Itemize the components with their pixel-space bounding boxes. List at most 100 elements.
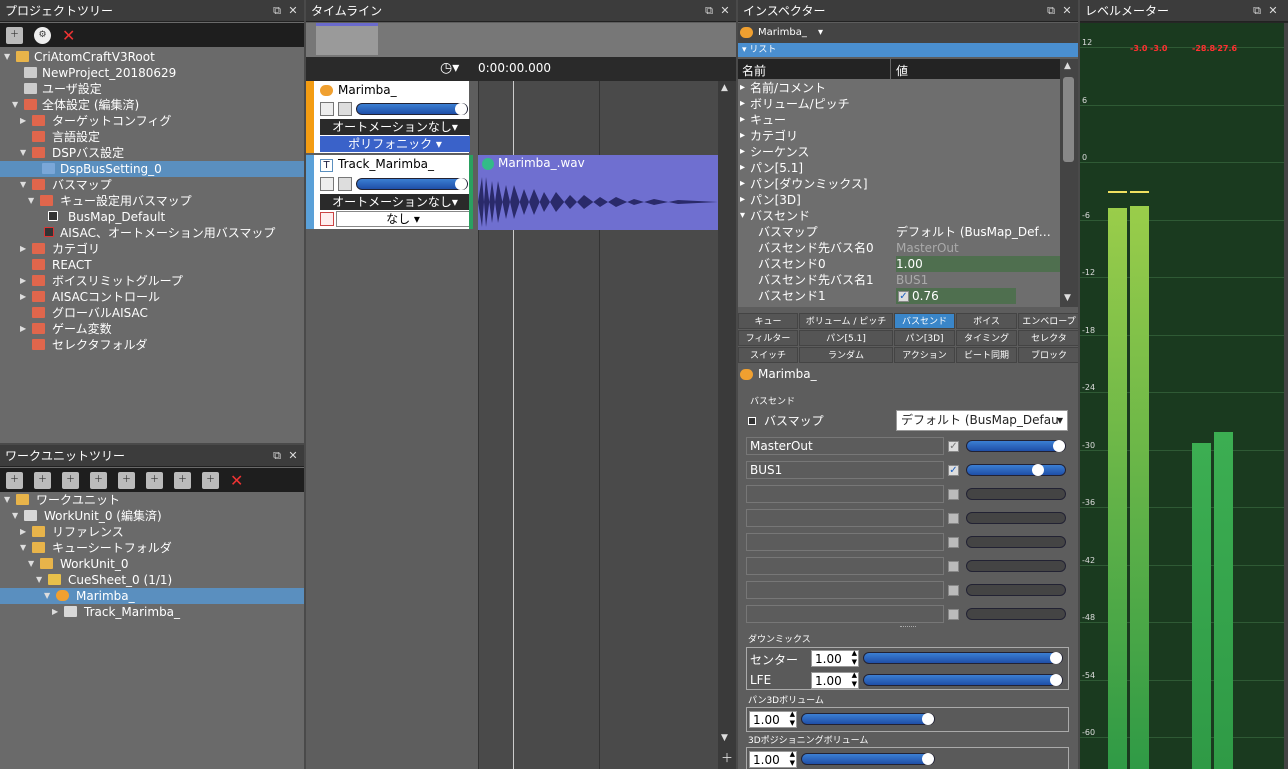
float-icon[interactable]: ⧉ [702, 0, 716, 22]
more-icon[interactable] [320, 212, 334, 226]
property-row[interactable]: バスセンド1 0.76 ✓ [738, 288, 1060, 304]
bus-enable-checkbox[interactable] [948, 489, 959, 500]
lfe-slider[interactable] [863, 674, 1063, 686]
property-row[interactable]: シーケンス ▸ [738, 144, 1060, 160]
tab[interactable]: ブロック [1018, 347, 1078, 363]
bus-name-cell[interactable] [746, 485, 944, 503]
tree-item[interactable]: ▼ 全体設定 (編集済) [0, 97, 304, 113]
tree-item[interactable]: 言語設定 [0, 129, 304, 145]
property-row[interactable]: キュー ▸ [738, 112, 1060, 128]
tree-item[interactable]: ▼ CueSheet_0 (1/1) [0, 572, 304, 588]
float-icon[interactable]: ⧉ [1250, 0, 1264, 22]
meter-icon[interactable] [338, 177, 352, 191]
property-value[interactable]: MasterOut [896, 240, 959, 256]
close-icon[interactable]: ✕ [1266, 0, 1280, 22]
add-cuesheet-icon[interactable]: ＋ [34, 471, 51, 489]
bus-level-slider[interactable] [966, 464, 1066, 476]
bus-name-cell[interactable] [746, 557, 944, 575]
bus-enable-checkbox[interactable]: ✓ [948, 441, 959, 452]
bus-level-slider[interactable] [966, 512, 1066, 524]
property-scrollbar[interactable]: ▲ ▼ [1060, 59, 1078, 307]
property-row[interactable]: 名前/コメント ▸ [738, 80, 1060, 96]
float-icon[interactable]: ⧉ [1044, 0, 1058, 22]
tab[interactable]: キュー [738, 313, 798, 329]
property-value[interactable]: 0.76 [896, 288, 1016, 304]
bus-level-slider[interactable] [966, 488, 1066, 500]
property-value[interactable]: BUS1 [896, 272, 928, 288]
tree-item[interactable]: ▼ DSPバス設定 [0, 145, 304, 161]
bus-enable-checkbox[interactable] [948, 561, 959, 572]
bus-level-slider[interactable] [966, 584, 1066, 596]
property-row[interactable]: バスセンド0 1.00 [738, 256, 1061, 272]
tree-item[interactable]: ▼ CriAtomCraftV3Root [0, 49, 304, 65]
busmap-dropdown[interactable]: デフォルト (BusMap_Defau ▾ [896, 410, 1068, 431]
tab[interactable]: パン[3D] [894, 330, 955, 346]
track-volume-slider[interactable] [356, 178, 468, 190]
add-reference-icon[interactable]: ＋ [202, 471, 219, 489]
pan3d-slider[interactable] [801, 713, 935, 725]
tree-item[interactable]: ▼ キューシートフォルダ [0, 540, 304, 556]
list-section-header[interactable]: ▾ リスト [738, 43, 1078, 57]
chevron-right-icon[interactable]: ▸ [740, 128, 745, 144]
center-stepper[interactable]: 1.00 ▲ ▼ [811, 649, 859, 667]
bus-enable-checkbox[interactable] [948, 513, 959, 524]
tab[interactable]: セレクタ [1018, 330, 1078, 346]
tab[interactable]: アクション [894, 347, 955, 363]
close-icon[interactable]: ✕ [286, 445, 300, 467]
chevron-right-icon[interactable]: ▸ [740, 160, 745, 176]
tab[interactable]: ボリューム / ピッチ [799, 313, 893, 329]
property-row[interactable]: バスセンド先バス名0 MasterOut [738, 240, 1060, 256]
property-value[interactable]: デフォルト (BusMap_Def… [896, 224, 1051, 240]
tree-item[interactable]: ▼ WorkUnit_0 (編集済) [0, 508, 304, 524]
bus-enable-checkbox[interactable] [948, 609, 959, 620]
tab[interactable]: ビート同期 [956, 347, 1017, 363]
bus-name-cell[interactable] [746, 509, 944, 527]
track-header[interactable]: T Track_Marimba_ オートメーションなし▾ なし ▾ [306, 155, 470, 229]
tree-item[interactable]: ▶ Track_Marimba_ [0, 604, 304, 620]
float-icon[interactable]: ⧉ [270, 445, 284, 467]
add-folder-icon[interactable]: ＋ [118, 471, 135, 489]
tab[interactable]: タイミング [956, 330, 1017, 346]
tree-item[interactable]: セレクタフォルダ [0, 337, 304, 353]
chevron-down-icon[interactable]: ▾ [740, 208, 745, 224]
tab[interactable]: フィルター [738, 330, 798, 346]
add-item-icon[interactable]: ＋ [6, 26, 23, 44]
bus-enable-checkbox[interactable]: ✓ [948, 465, 959, 476]
meter-icon[interactable] [338, 102, 352, 116]
tab-active[interactable]: バスセンド [894, 313, 955, 329]
settings-icon[interactable]: ⚙ [34, 26, 51, 44]
track-automation-dropdown[interactable]: オートメーションなし▾ [320, 194, 470, 210]
bus-name-cell[interactable] [746, 533, 944, 551]
waveform-region[interactable]: Marimba_.wav [478, 155, 718, 230]
cue-volume-slider[interactable] [356, 103, 468, 115]
center-slider[interactable] [863, 652, 1063, 664]
tree-item[interactable]: ユーザ設定 [0, 81, 304, 97]
add-material-icon[interactable]: ＋ [174, 471, 191, 489]
tab[interactable]: ボイス [956, 313, 1017, 329]
property-row[interactable]: ボリューム/ピッチ ▸ [738, 96, 1060, 112]
bus-level-slider[interactable] [966, 560, 1066, 572]
tree-item-selected[interactable]: DspBusSetting_0 [0, 161, 304, 177]
clock-icon[interactable]: ◷▾ [440, 60, 459, 76]
tree-item[interactable]: ▼ バスマップ [0, 177, 304, 193]
tab[interactable]: エンベロープ [1018, 313, 1078, 329]
close-icon[interactable]: ✕ [286, 0, 300, 22]
property-value[interactable]: 1.00 [896, 256, 1061, 272]
property-row[interactable]: バスマップ デフォルト (BusMap_Def… [738, 224, 1060, 240]
chevron-right-icon[interactable]: ▸ [740, 80, 745, 96]
bus-level-slider[interactable] [966, 440, 1066, 452]
tree-item-selected[interactable]: ▼ Marimba_ [0, 588, 304, 604]
tree-item[interactable]: ▶ カテゴリ [0, 241, 304, 257]
property-row[interactable]: パン[3D] ▸ [738, 192, 1060, 208]
timeline-scrollbar[interactable]: ▲ ▼ ＋ [718, 81, 736, 769]
tree-item[interactable]: ▼ ワークユニット [0, 492, 304, 508]
tree-item[interactable]: ▼ キュー設定用バスマップ [0, 193, 304, 209]
bus-level-slider[interactable] [966, 536, 1066, 548]
add-cue-icon[interactable]: ＋ [62, 471, 79, 489]
slider-knob[interactable] [1032, 464, 1045, 476]
bus-name-cell[interactable] [746, 605, 944, 623]
delete-icon[interactable]: ✕ [62, 27, 75, 44]
tree-item[interactable]: BusMap_Default [0, 209, 304, 225]
tab[interactable]: パン[5.1] [799, 330, 893, 346]
chevron-right-icon[interactable]: ▸ [740, 144, 745, 160]
